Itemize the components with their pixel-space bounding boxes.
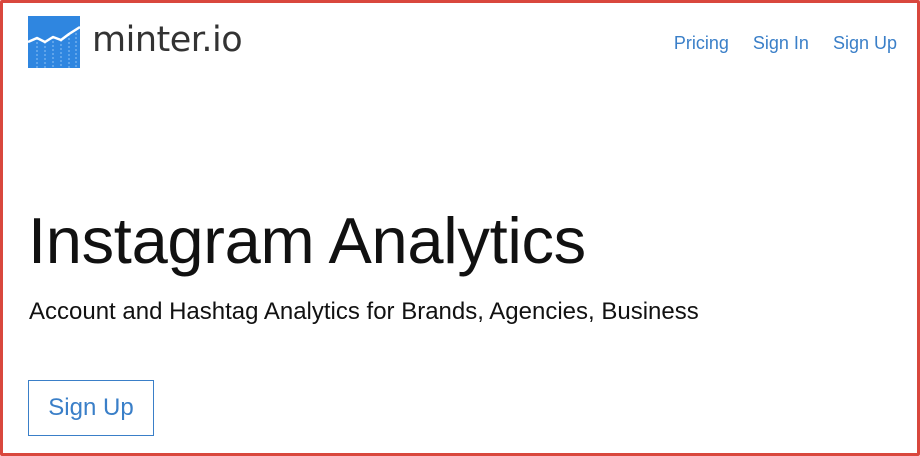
brand-logo-link[interactable]: minter.io: [28, 16, 243, 68]
page-frame: minter.io Pricing Sign In Sign Up Instag…: [0, 0, 920, 456]
hero-subtitle: Account and Hashtag Analytics for Brands…: [29, 298, 699, 325]
nav-link-pricing[interactable]: Pricing: [674, 31, 729, 55]
top-nav: Pricing Sign In Sign Up: [674, 31, 897, 55]
hero-title: Instagram Analytics: [28, 204, 586, 277]
brand-name: minter.io: [92, 20, 243, 60]
nav-link-sign-up[interactable]: Sign Up: [833, 31, 897, 55]
sign-up-button[interactable]: Sign Up: [28, 380, 154, 436]
nav-link-sign-in[interactable]: Sign In: [753, 31, 809, 55]
line-chart-logo-icon: [28, 16, 80, 68]
